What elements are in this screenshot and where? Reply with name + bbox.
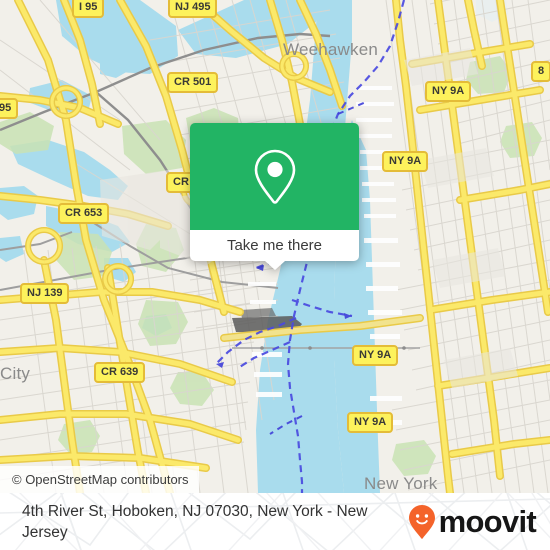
callout-footer[interactable]: Take me there bbox=[190, 230, 359, 270]
place-label-new-york: New York bbox=[364, 474, 438, 493]
location-callout-card[interactable]: Take me there bbox=[190, 123, 359, 270]
shield-nj-495-top: NJ 495 bbox=[168, 0, 218, 18]
shield-nj-139: NJ 139 bbox=[20, 283, 70, 304]
shield-ny-9a-upper: NY 9A bbox=[382, 151, 429, 172]
osm-attribution[interactable]: © OpenStreetMap contributors bbox=[0, 466, 199, 493]
shield-cr-639: CR 639 bbox=[94, 362, 146, 383]
callout-header bbox=[190, 123, 359, 230]
footer-content: 4th River St, Hoboken, NJ 07030, New Yor… bbox=[0, 493, 550, 550]
shield-ny-9a-top: NY 9A bbox=[425, 81, 472, 102]
moovit-map-screen: Weehawken City New York I 95 NJ 495 CR 5… bbox=[0, 0, 550, 550]
shield-route-8: 8 bbox=[531, 61, 550, 82]
shield-i-95-left: 95 bbox=[0, 98, 19, 119]
shield-i-95-top: I 95 bbox=[72, 0, 105, 18]
moovit-smiley-pin-icon bbox=[408, 504, 435, 539]
take-me-there-label: Take me there bbox=[226, 237, 323, 254]
shield-cr-501: CR 501 bbox=[167, 72, 219, 93]
shield-ny-9a-low: NY 9A bbox=[347, 412, 394, 433]
moovit-wordmark: moovit bbox=[438, 504, 537, 539]
shield-cr-653: CR 653 bbox=[58, 203, 110, 224]
place-label-weehawken: Weehawken bbox=[283, 40, 379, 59]
address-text: 4th River St, Hoboken, NJ 07030, New Yor… bbox=[22, 502, 368, 541]
shield-ny-9a-mid: NY 9A bbox=[352, 345, 399, 366]
moovit-brand[interactable]: moovit bbox=[407, 504, 537, 540]
location-pin-icon bbox=[254, 149, 295, 204]
callout-tail bbox=[264, 261, 285, 270]
osm-attribution-text: © OpenStreetMap contributors bbox=[12, 472, 189, 487]
place-label-jersey-city: City bbox=[0, 364, 31, 383]
footer-bar: 4th River St, Hoboken, NJ 07030, New Yor… bbox=[0, 493, 550, 550]
map-canvas[interactable]: Weehawken City New York I 95 NJ 495 CR 5… bbox=[0, 0, 550, 493]
